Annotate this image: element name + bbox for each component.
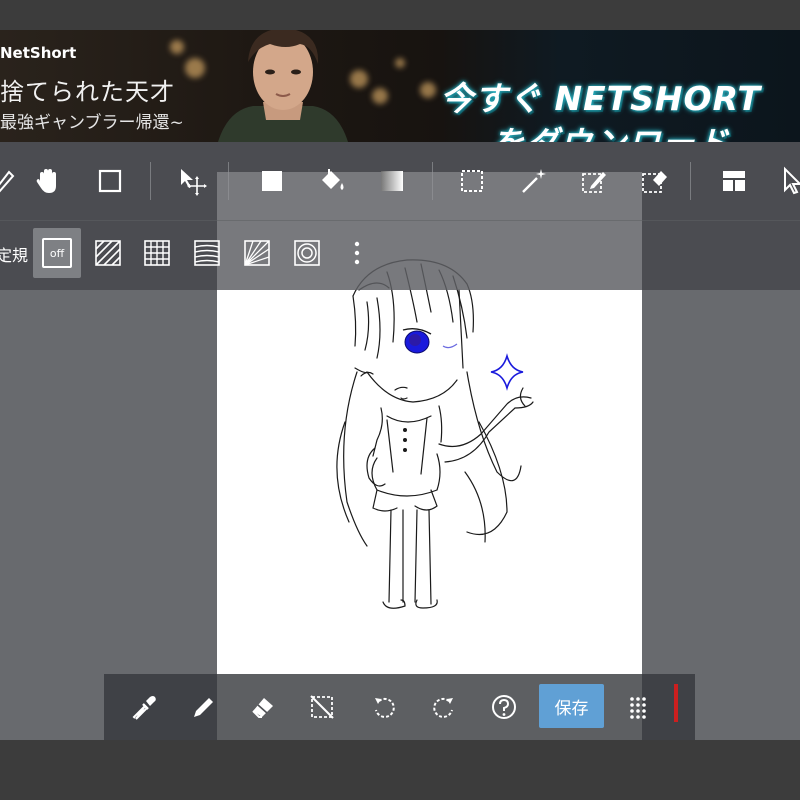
- ad-banner[interactable]: NetShort 捨てられた天才 最強ギャンブラー帰還~ 今すぐ NETSHOR…: [0, 30, 800, 142]
- pointer-icon[interactable]: [772, 159, 800, 203]
- current-color-indicator[interactable]: [674, 684, 678, 722]
- radial-snap-icon[interactable]: [235, 231, 279, 275]
- eraser-icon[interactable]: [240, 685, 284, 729]
- deselect-icon[interactable]: [300, 685, 344, 729]
- gradient-icon[interactable]: [370, 159, 414, 203]
- ad-cta-line2: をダウンロード: [492, 118, 730, 142]
- parallel-snap-icon[interactable]: [86, 231, 130, 275]
- select-eraser-icon[interactable]: [632, 159, 676, 203]
- curve-snap-icon[interactable]: [185, 231, 229, 275]
- navigation-bar: [0, 740, 800, 800]
- bottom-toolbar: 保存: [104, 674, 695, 740]
- toolbar-divider: [690, 162, 691, 200]
- rectangle-icon[interactable]: [88, 159, 132, 203]
- toolbar-divider: [432, 162, 433, 200]
- selection-icon[interactable]: [450, 159, 494, 203]
- pen-icon[interactable]: [0, 159, 26, 203]
- eyedropper-icon[interactable]: [122, 685, 166, 729]
- ad-brand: NetShort: [0, 44, 77, 62]
- status-bar: [0, 0, 800, 30]
- circle-snap-icon[interactable]: [285, 231, 329, 275]
- select-pen-icon[interactable]: [572, 159, 616, 203]
- toolbar-divider: [150, 162, 151, 200]
- redo-icon[interactable]: [422, 685, 466, 729]
- bucket-icon[interactable]: [310, 159, 354, 203]
- magic-wand-icon[interactable]: [512, 159, 556, 203]
- snap-label: 定規: [0, 246, 29, 265]
- layout-icon[interactable]: [712, 159, 756, 203]
- ad-title: 捨てられた天才: [0, 78, 175, 106]
- undo-icon[interactable]: [362, 685, 406, 729]
- hand-icon[interactable]: [25, 159, 69, 203]
- more-icon[interactable]: [335, 231, 379, 275]
- toolbar-divider: [228, 162, 229, 200]
- grid-snap-icon[interactable]: [135, 231, 179, 275]
- paint-app: NetShort 捨てられた天才 最強ギャンブラー帰還~ 今すぐ NETSHOR…: [0, 0, 800, 800]
- fill-rect-icon[interactable]: [250, 159, 294, 203]
- help-icon[interactable]: [482, 685, 526, 729]
- snap-off-button[interactable]: off: [33, 228, 81, 278]
- snap-off-label: off: [42, 238, 72, 268]
- main-toolbar: [0, 142, 800, 220]
- character-eye: [402, 327, 458, 354]
- save-button[interactable]: 保存: [539, 684, 604, 728]
- move-icon[interactable]: [170, 159, 214, 203]
- sparkle-star: [490, 353, 524, 391]
- ad-cta-line1: 今すぐ NETSHORT: [440, 79, 762, 118]
- grid-icon[interactable]: [616, 685, 660, 729]
- ad-person-image: [218, 30, 348, 142]
- pencil-icon[interactable]: [182, 685, 226, 729]
- ad-subtitle: 最強ギャンブラー帰還~: [0, 113, 184, 133]
